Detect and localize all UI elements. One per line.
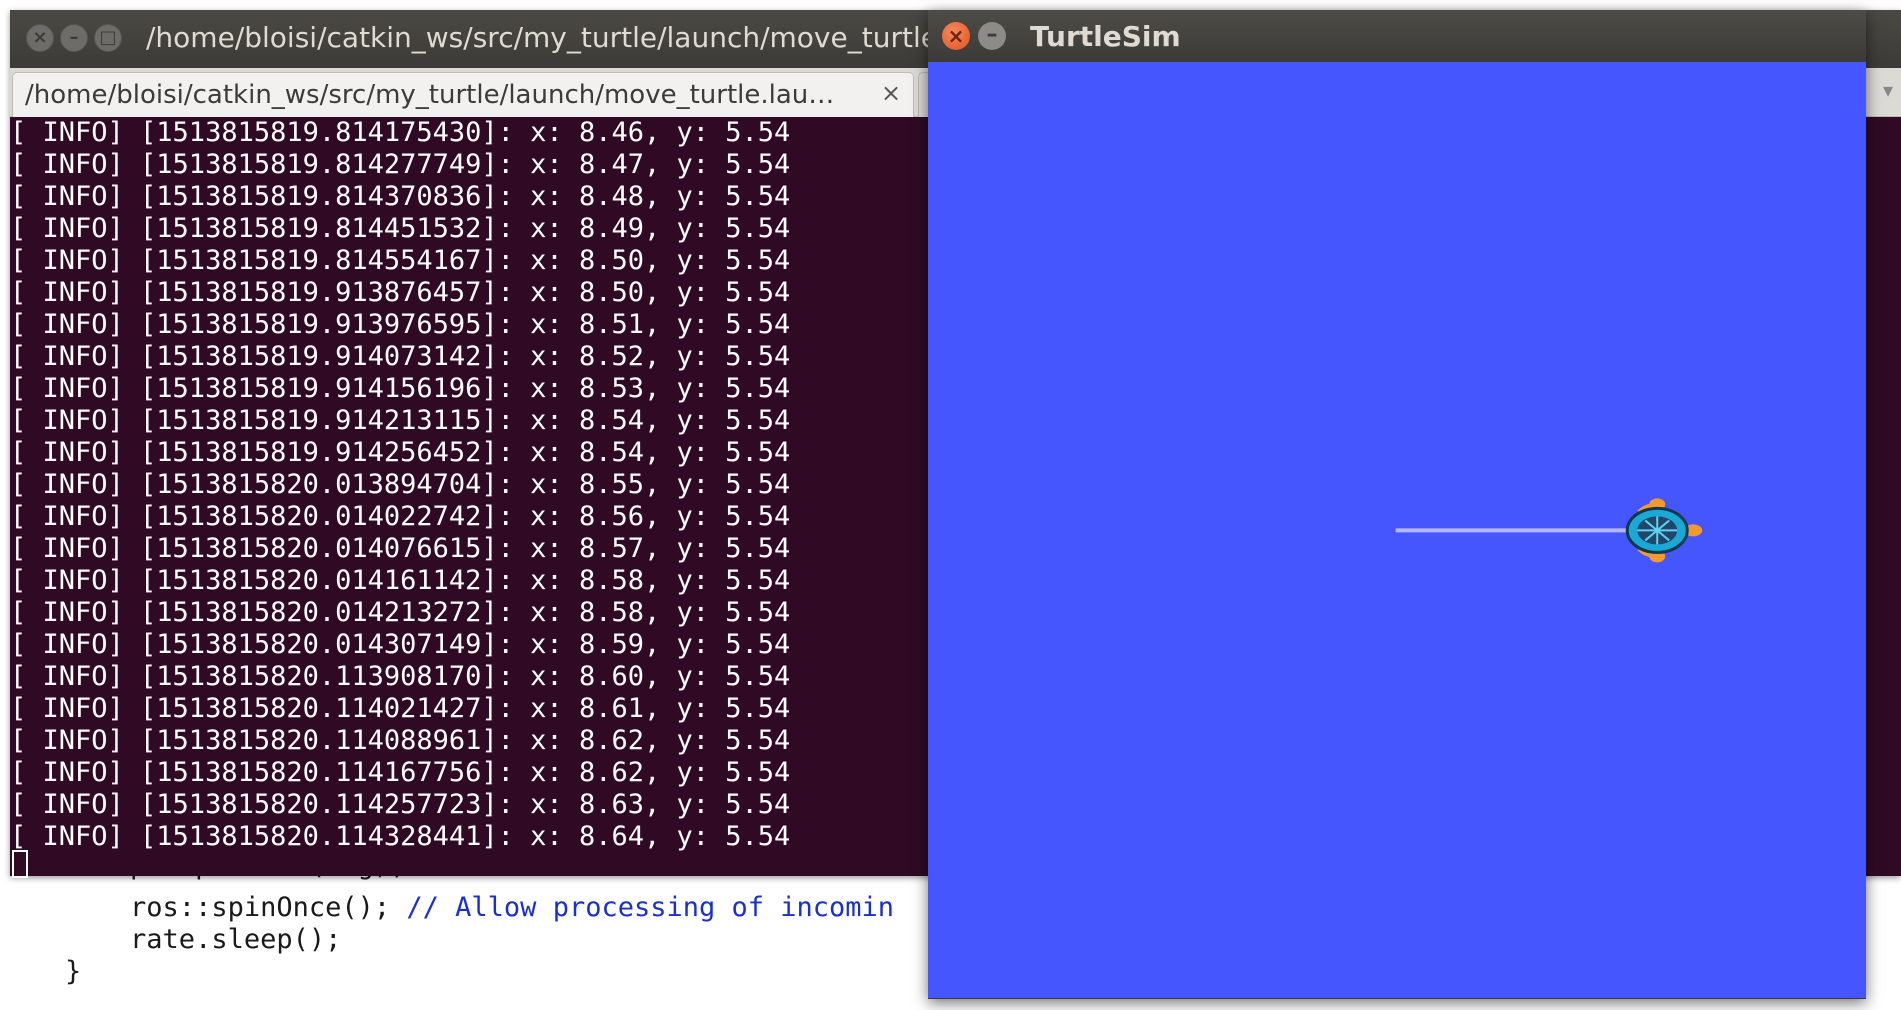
log-line: [ INFO] [1513815819.914256452]: x: 8.54,… bbox=[10, 437, 791, 468]
log-line: [ INFO] [1513815819.914073142]: x: 8.52,… bbox=[10, 341, 791, 372]
turtlesim-minimize-button[interactable]: – bbox=[978, 22, 1006, 50]
terminal-maximize-button[interactable]: □ bbox=[94, 24, 122, 52]
log-line: [ INFO] [1513815820.014161142]: x: 8.58,… bbox=[10, 565, 791, 596]
code-text: ros::spinOnce(); bbox=[0, 892, 407, 923]
turtlesim-title: TurtleSim bbox=[1030, 20, 1181, 53]
terminal-tab-label: /home/bloisi/catkin_ws/src/my_turtle/lau… bbox=[25, 80, 835, 110]
tab-overflow-icon[interactable]: ▾ bbox=[1883, 78, 1893, 102]
log-line: [ INFO] [1513815820.013894704]: x: 8.55,… bbox=[10, 469, 791, 500]
terminal-tab[interactable]: /home/bloisi/catkin_ws/src/my_turtle/lau… bbox=[12, 72, 914, 117]
log-line: [ INFO] [1513815819.814370836]: x: 8.48,… bbox=[10, 181, 791, 212]
log-line: [ INFO] [1513815819.914156196]: x: 8.53,… bbox=[10, 373, 791, 404]
log-line: [ INFO] [1513815820.014022742]: x: 8.56,… bbox=[10, 501, 791, 532]
log-line: [ INFO] [1513815819.914213115]: x: 8.54,… bbox=[10, 405, 791, 436]
turtlesim-titlebar[interactable]: × – TurtleSim bbox=[928, 10, 1866, 60]
log-line: [ INFO] [1513815820.114328441]: x: 8.64,… bbox=[10, 821, 791, 852]
log-line: [ INFO] [1513815820.114088961]: x: 8.62,… bbox=[10, 725, 791, 756]
turtle-icon bbox=[1625, 498, 1703, 563]
terminal-close-button[interactable]: × bbox=[26, 24, 54, 52]
log-line: [ INFO] [1513815820.114167756]: x: 8.62,… bbox=[10, 757, 791, 788]
log-line: [ INFO] [1513815819.814554167]: x: 8.50,… bbox=[10, 245, 791, 276]
log-line: [ INFO] [1513815819.913976595]: x: 8.51,… bbox=[10, 309, 791, 340]
terminal-title: /home/bloisi/catkin_ws/src/my_turtle/lau… bbox=[146, 21, 936, 54]
terminal-cursor bbox=[12, 850, 28, 878]
terminal-minimize-button[interactable]: – bbox=[60, 24, 88, 52]
code-line: ros::spinOnce(); // Allow processing of … bbox=[0, 892, 894, 924]
code-comment: // Allow processing of incomin bbox=[406, 892, 895, 923]
log-line: [ INFO] [1513815820.114021427]: x: 8.61,… bbox=[10, 693, 791, 724]
tab-close-icon[interactable]: × bbox=[881, 79, 901, 107]
log-line: [ INFO] [1513815820.114257723]: x: 8.63,… bbox=[10, 789, 791, 820]
turtle-canvas-svg bbox=[1395, 498, 1703, 563]
turtlesim-canvas bbox=[928, 62, 1866, 998]
log-line: [ INFO] [1513815820.113908170]: x: 8.60,… bbox=[10, 661, 791, 692]
log-line: [ INFO] [1513815819.814175430]: x: 8.46,… bbox=[10, 117, 791, 148]
turtlesim-window[interactable]: × – TurtleSim bbox=[928, 10, 1866, 999]
code-line: rate.sleep(); bbox=[0, 924, 342, 955]
log-line: [ INFO] [1513815820.014213272]: x: 8.58,… bbox=[10, 597, 791, 628]
log-line: [ INFO] [1513815819.913876457]: x: 8.50,… bbox=[10, 277, 791, 308]
log-line: [ INFO] [1513815819.814451532]: x: 8.49,… bbox=[10, 213, 791, 244]
code-line: } bbox=[0, 956, 82, 987]
turtlesim-close-button[interactable]: × bbox=[942, 22, 970, 50]
log-line: [ INFO] [1513815819.814277749]: x: 8.47,… bbox=[10, 149, 791, 180]
log-line: [ INFO] [1513815820.014307149]: x: 8.59,… bbox=[10, 629, 791, 660]
log-line: [ INFO] [1513815820.014076615]: x: 8.57,… bbox=[10, 533, 791, 564]
